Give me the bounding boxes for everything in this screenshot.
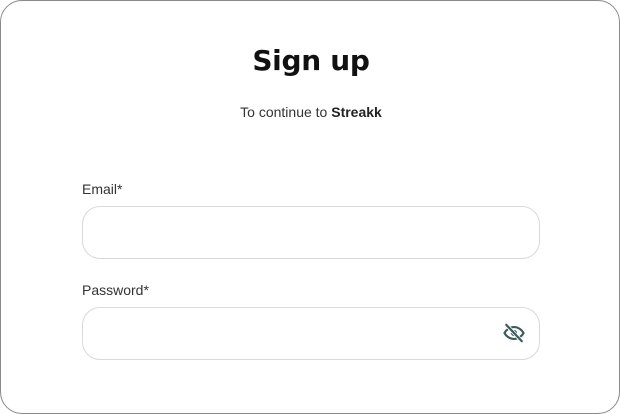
password-label: Password* <box>82 282 149 298</box>
page-title: Sign up <box>252 44 370 77</box>
eye-off-icon[interactable] <box>503 322 525 344</box>
password-field[interactable] <box>97 308 497 359</box>
password-field-wrapper[interactable] <box>82 307 540 360</box>
app-name: Streakk <box>331 104 382 120</box>
subtitle-text: To continue to <box>240 104 332 120</box>
email-label: Email* <box>82 181 123 197</box>
email-field[interactable] <box>97 207 497 258</box>
signup-card: Sign up To continue to Streakk Email* Pa… <box>0 0 620 414</box>
email-field-wrapper[interactable] <box>82 206 540 259</box>
subtitle: To continue to Streakk <box>1 103 620 121</box>
